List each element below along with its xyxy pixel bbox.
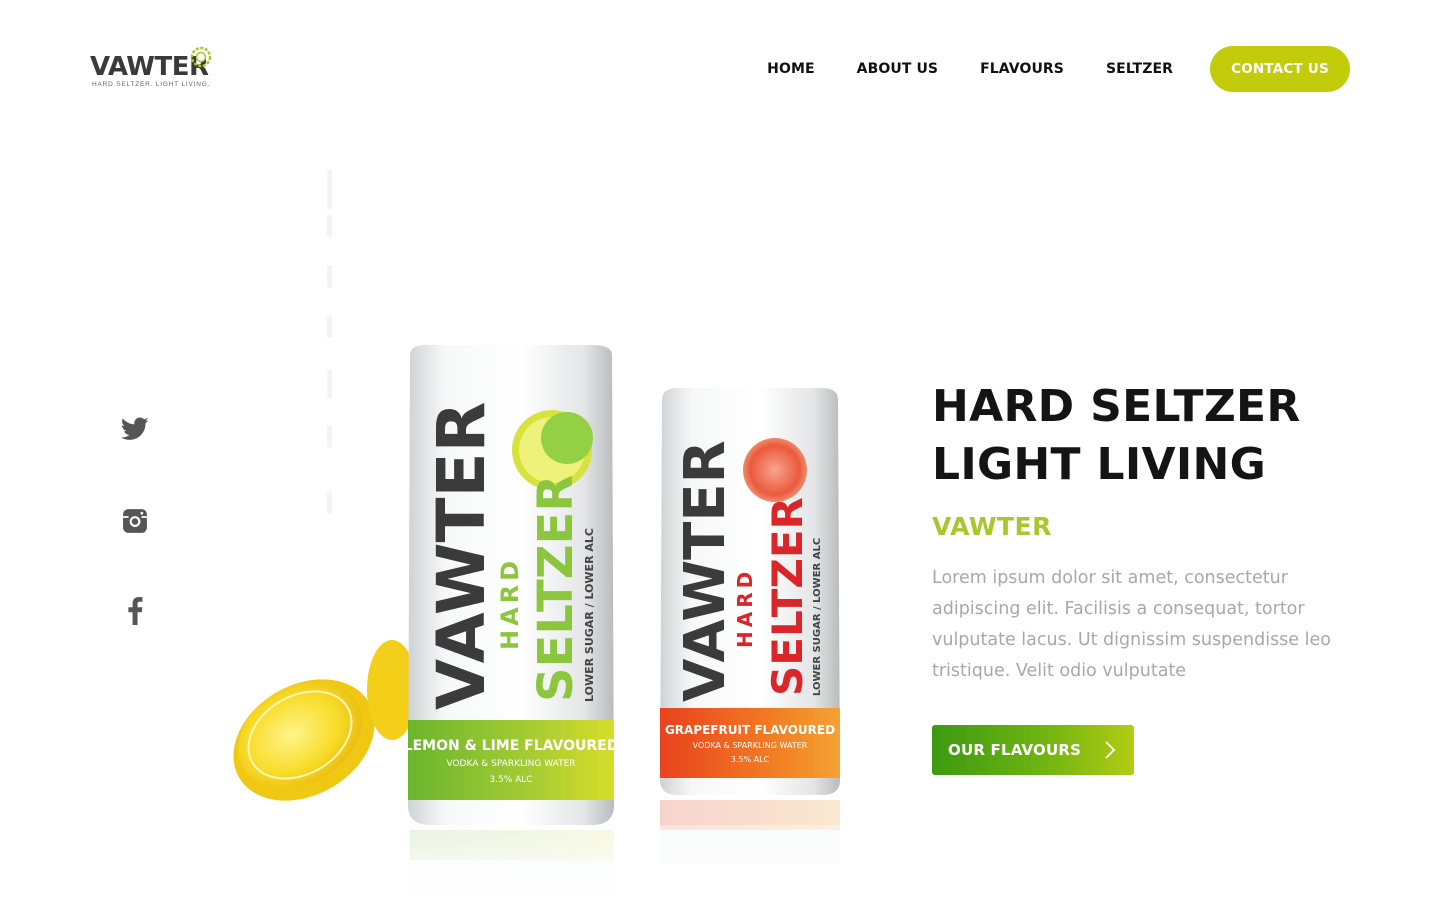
- lime-slice-icon: [190, 46, 212, 68]
- twitter-link[interactable]: [118, 412, 152, 446]
- facebook-icon: [128, 597, 143, 625]
- can2-brand: VAWTER: [673, 440, 738, 702]
- can1-abv: 3.5% ALC: [489, 775, 532, 785]
- can1-name: SELTZER: [528, 475, 584, 702]
- brand-logo[interactable]: VAWTER HARD SELTZER. LIGHT LIVING.: [90, 44, 220, 94]
- can2-flavour: GRAPEFRUIT FLAVOURED: [665, 723, 835, 737]
- chevron-right-icon: [1105, 741, 1116, 759]
- can1-brand: VAWTER: [423, 402, 500, 710]
- can1-flavour: LEMON & LIME FLAVOURED: [404, 738, 619, 754]
- instagram-link[interactable]: [118, 504, 152, 538]
- can2-name: SELTZER: [763, 497, 812, 696]
- logo-tagline: HARD SELTZER. LIGHT LIVING.: [92, 81, 211, 88]
- main-navigation: HOME ABOUT US FLAVOURS SELTZER CONTACT U…: [767, 46, 1350, 92]
- contact-us-button[interactable]: CONTACT US: [1210, 46, 1350, 92]
- instagram-icon: [123, 509, 147, 533]
- can2-abv: 3.5% ALC: [731, 755, 770, 764]
- hero-description: Lorem ipsum dolor sit amet, consectetur …: [932, 568, 1331, 681]
- twitter-icon: [121, 417, 149, 440]
- product-image: VAWTER HARD SELTZER LOWER SUGAR / LOWER …: [222, 345, 862, 900]
- hero-title: HARD SELTZER LIGHT LIVING: [932, 378, 1392, 494]
- can2-type: HARD: [733, 568, 757, 648]
- hero-brand-name: VAWTER: [932, 512, 1052, 541]
- our-flavours-label: OUR FLAVOURS: [948, 741, 1082, 759]
- nav-home[interactable]: HOME: [767, 61, 815, 77]
- hero-title-line-2: LIGHT LIVING: [932, 439, 1267, 490]
- hero-title-line-1: HARD SELTZER: [932, 381, 1301, 432]
- can2-sub: VODKA & SPARKLING WATER: [693, 741, 808, 750]
- nav-flavours[interactable]: FLAVOURS: [980, 61, 1064, 77]
- nav-about-us[interactable]: ABOUT US: [857, 61, 938, 77]
- can1-side: LOWER SUGAR / LOWER ALC: [583, 528, 596, 702]
- nav-seltzer[interactable]: SELTZER: [1106, 61, 1173, 77]
- facebook-link[interactable]: [118, 594, 152, 628]
- our-flavours-button[interactable]: OUR FLAVOURS: [932, 725, 1134, 775]
- can2-side: LOWER SUGAR / LOWER ALC: [812, 538, 823, 696]
- can1-type: HARD: [496, 557, 524, 650]
- can1-sub: VODKA & SPARKLING WATER: [446, 759, 575, 769]
